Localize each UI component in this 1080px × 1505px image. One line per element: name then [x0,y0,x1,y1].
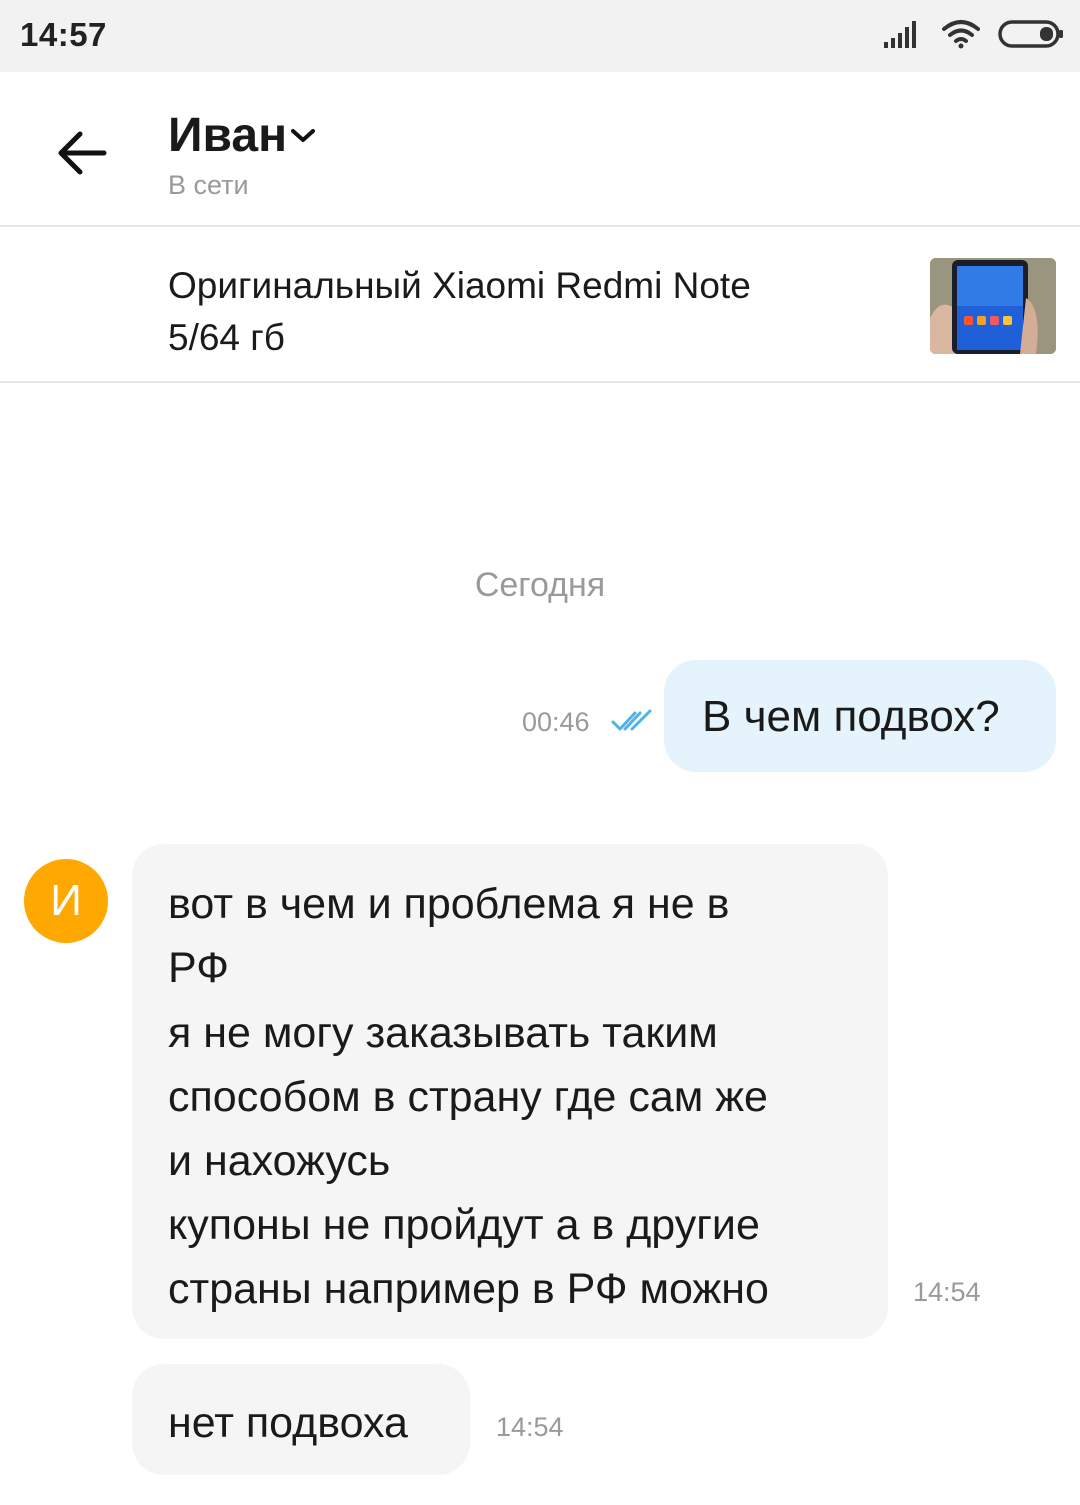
product-title: Оригинальный Xiaomi Redmi Note 5/64 гб [168,260,828,364]
status-bar: 14:57 [0,0,1080,72]
message-text: В чем подвох? [702,692,1000,741]
outgoing-message-bubble[interactable]: В чем подвох? [664,660,1056,772]
message-text-line: и нахожусь [168,1137,391,1185]
status-time: 14:57 [20,16,107,53]
contact-name[interactable]: Иван [168,108,287,163]
back-button[interactable] [48,118,118,188]
contact-status: В сети [168,170,249,200]
incoming-message-bubble[interactable]: вот в чем и проблема я не в РФ я не могу… [132,844,888,1339]
product-thumbnail[interactable] [930,258,1056,354]
date-separator: Сегодня [474,566,606,604]
wifi-icon [942,19,980,54]
incoming-message-bubble[interactable]: нет подвоха [132,1364,470,1475]
product-title-line: Оригинальный Xiaomi Redmi Note [168,265,751,306]
status-icons [866,16,1064,56]
message-text-line: способом в страну где сам же [168,1073,768,1121]
message-time: 00:46 [522,707,590,737]
message-text-line: нет подвоха [168,1399,408,1447]
message-text-line: страны например в РФ можно [168,1265,769,1313]
signal-icon [884,20,924,53]
message-text-line: вот в чем и проблема я не в [168,880,730,928]
message-time: 14:54 [496,1412,564,1442]
message-text-line: я не могу заказывать таким [168,1009,718,1057]
battery-icon [998,19,1064,53]
back-arrow-icon [58,131,107,175]
product-card[interactable]: Оригинальный Xiaomi Redmi Note 5/64 гб [0,228,1080,383]
avatar[interactable]: И [24,859,108,943]
product-title-line: 5/64 гб [168,317,285,358]
message-text-line: РФ [168,944,229,992]
read-checkmarks-icon [610,708,654,734]
message-text-line: купоны не пройдут а в другие [168,1201,760,1249]
chat-header: Иван В сети [0,72,1080,227]
message-time: 14:54 [913,1277,981,1307]
chevron-down-icon[interactable] [288,126,318,146]
